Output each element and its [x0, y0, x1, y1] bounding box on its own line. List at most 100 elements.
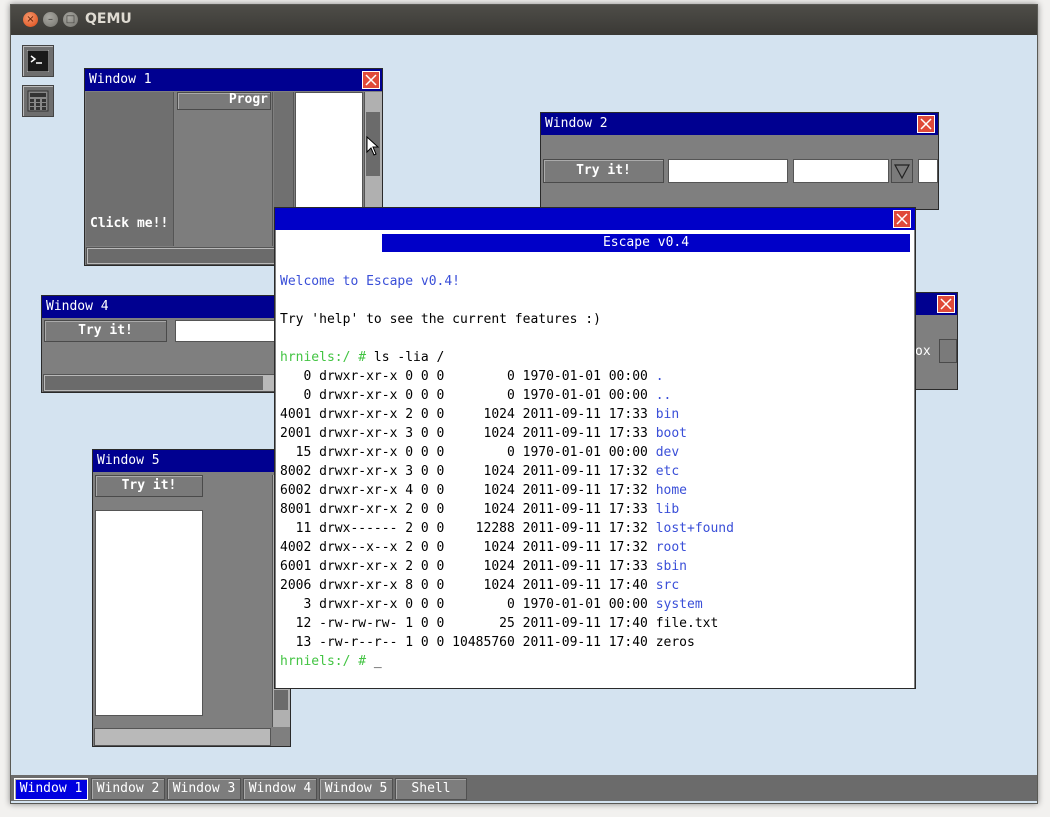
help-line: Try 'help' to see the current features :…	[280, 312, 601, 327]
listing-meta: 13 -rw-r--r-- 1 0 0 10485760 2011-09-11 …	[280, 635, 656, 650]
text-input-clipped[interactable]	[918, 159, 938, 183]
shell-banner: Escape v0.4	[382, 234, 910, 252]
listing-row: 15 drwxr-xr-x 0 0 0 0 1970-01-01 00:00 d…	[280, 443, 680, 462]
prompt: hrniels:/ #	[280, 654, 367, 669]
listing-row: 0 drwxr-xr-x 0 0 0 0 1970-01-01 00:00 ..	[280, 386, 671, 405]
listing-meta: 2006 drwxr-xr-x 8 0 0 1024 2011-09-11 17…	[280, 578, 656, 593]
listing-name: lib	[655, 502, 680, 517]
progress-button[interactable]: Progr	[177, 92, 271, 110]
listing-name: dev	[655, 445, 680, 460]
listing-name: etc	[655, 464, 680, 479]
window-5-title: Window 5	[97, 453, 160, 468]
listing-meta: 4002 drwx--x--x 2 0 0 1024 2011-09-11 17…	[280, 540, 656, 555]
cursor: _	[373, 654, 382, 669]
listing-row: 4001 drwxr-xr-x 2 0 0 1024 2011-09-11 17…	[280, 405, 679, 424]
listing-row: 11 drwx------ 2 0 0 12288 2011-09-11 17:…	[280, 519, 734, 538]
listing-name: system	[655, 597, 703, 612]
calculator-icon[interactable]	[22, 85, 54, 117]
try-it-button[interactable]: Try it!	[95, 475, 203, 497]
welcome-line: Welcome to Escape v0.4!	[280, 274, 461, 289]
mouse-pointer-icon	[366, 136, 380, 156]
close-icon[interactable]	[362, 71, 380, 89]
close-icon[interactable]	[893, 210, 911, 228]
listing-meta: 6001 drwxr-xr-x 2 0 0 1024 2011-09-11 17…	[280, 559, 656, 574]
window-4-title: Window 4	[46, 299, 109, 314]
listing-row: 6001 drwxr-xr-x 2 0 0 1024 2011-09-11 17…	[280, 557, 687, 576]
listing-name: boot	[655, 426, 687, 441]
horizontal-scrollbar[interactable]	[43, 374, 303, 392]
listing-meta: 11 drwx------ 2 0 0 12288 2011-09-11 17:…	[280, 521, 656, 536]
listing-row: 3 drwxr-xr-x 0 0 0 0 1970-01-01 00:00 sy…	[280, 595, 703, 614]
window-5: Window 5 Try it!	[92, 449, 291, 747]
window-5-title-bar[interactable]: Window 5	[93, 450, 290, 472]
listing-name: root	[655, 540, 687, 555]
listing-meta: 8001 drwxr-xr-x 2 0 0 1024 2011-09-11 17…	[280, 502, 656, 517]
taskbar-item-window-5[interactable]: Window 5	[319, 778, 393, 800]
command-text: ls -lia /	[366, 350, 445, 365]
listing-name: file.txt	[655, 616, 719, 631]
shell-terminal[interactable]: Escape v0.4 Welcome to Escape v0.4! Try …	[276, 230, 914, 688]
minimize-icon[interactable]: –	[43, 12, 58, 27]
combo-box-field[interactable]	[793, 159, 889, 183]
chevron-down-icon[interactable]	[891, 159, 913, 183]
taskbar: Window 1 Window 2 Window 3 Window 4 Window 5…	[11, 775, 1037, 801]
listing-meta: 0 drwxr-xr-x 0 0 0 0 1970-01-01 00:00	[280, 369, 656, 384]
window-2: Window 2 Try it!	[540, 112, 939, 210]
shell-title-bar[interactable]	[275, 208, 915, 230]
checkbox[interactable]	[939, 339, 957, 363]
prompt: hrniels:/ #	[280, 350, 367, 365]
listing-row: 12 -rw-rw-rw- 1 0 0 25 2011-09-11 17:40 …	[280, 614, 719, 633]
scroll-thumb[interactable]	[45, 376, 263, 390]
listing-row: 6002 drwxr-xr-x 4 0 0 1024 2011-09-11 17…	[280, 481, 687, 500]
panel-middle: Progr	[175, 92, 273, 246]
scroll-thumb[interactable]	[274, 690, 288, 710]
command-line: hrniels:/ # ls -lia /	[280, 348, 444, 367]
text-area[interactable]	[95, 510, 203, 716]
checkbox-label: ox	[915, 344, 931, 359]
listing-meta: 8002 drwxr-xr-x 3 0 0 1024 2011-09-11 17…	[280, 464, 656, 479]
listing-meta: 4001 drwxr-xr-x 2 0 0 1024 2011-09-11 17…	[280, 407, 656, 422]
listing-name: home	[655, 483, 687, 498]
taskbar-item-window-3[interactable]: Window 3	[167, 778, 241, 800]
window-2-title-bar[interactable]: Window 2	[541, 113, 938, 135]
listing-row: 0 drwxr-xr-x 0 0 0 0 1970-01-01 00:00 .	[280, 367, 664, 386]
click-me-label: Click me!!	[90, 216, 169, 231]
listing-row: 4002 drwx--x--x 2 0 0 1024 2011-09-11 17…	[280, 538, 687, 557]
listing-meta: 3 drwxr-xr-x 0 0 0 0 1970-01-01 00:00	[280, 597, 656, 612]
try-it-button[interactable]: Try it!	[543, 159, 664, 183]
terminal-icon[interactable]	[22, 45, 54, 77]
window-2-title: Window 2	[545, 116, 608, 131]
qemu-title-bar[interactable]: × – □ QEMU	[11, 5, 1037, 35]
taskbar-item-window-4[interactable]: Window 4	[243, 778, 317, 800]
close-icon[interactable]	[917, 115, 935, 133]
shell-window: Escape v0.4 Welcome to Escape v0.4! Try …	[274, 207, 916, 689]
window-1-title-bar[interactable]: Window 1	[85, 69, 382, 91]
listing-meta: 12 -rw-rw-rw- 1 0 0 25 2011-09-11 17:40	[280, 616, 656, 631]
taskbar-item-window-1[interactable]: Window 1	[14, 778, 88, 800]
listing-name: src	[655, 578, 680, 593]
taskbar-item-window-2[interactable]: Window 2	[91, 778, 165, 800]
maximize-icon[interactable]: □	[63, 12, 78, 27]
listing-meta: 2001 drwxr-xr-x 3 0 0 1024 2011-09-11 17…	[280, 426, 656, 441]
listing-name: zeros	[655, 635, 695, 650]
listing-meta: 15 drwxr-xr-x 0 0 0 0 1970-01-01 00:00	[280, 445, 656, 460]
horizontal-scrollbar[interactable]	[94, 728, 271, 746]
prompt-line: hrniels:/ # _	[280, 652, 382, 671]
listing-name: bin	[655, 407, 680, 422]
taskbar-item-shell[interactable]: Shell	[395, 778, 467, 800]
close-icon[interactable]	[937, 295, 955, 313]
window-1-title: Window 1	[89, 72, 152, 87]
listing-name: .	[655, 369, 664, 384]
close-icon[interactable]: ×	[23, 12, 38, 27]
click-me-panel[interactable]: Click me!!	[86, 92, 174, 246]
listing-meta: 6002 drwxr-xr-x 4 0 0 1024 2011-09-11 17…	[280, 483, 656, 498]
listing-row: 2001 drwxr-xr-x 3 0 0 1024 2011-09-11 17…	[280, 424, 687, 443]
qemu-title: QEMU	[85, 11, 132, 27]
listing-meta: 0 drwxr-xr-x 0 0 0 0 1970-01-01 00:00	[280, 388, 656, 403]
listing-name: sbin	[655, 559, 687, 574]
try-it-button[interactable]: Try it!	[44, 320, 167, 342]
listing-row: 2006 drwxr-xr-x 8 0 0 1024 2011-09-11 17…	[280, 576, 679, 595]
listing-name: lost+found	[655, 521, 734, 536]
text-input[interactable]	[668, 159, 788, 183]
listing-name: ..	[655, 388, 672, 403]
